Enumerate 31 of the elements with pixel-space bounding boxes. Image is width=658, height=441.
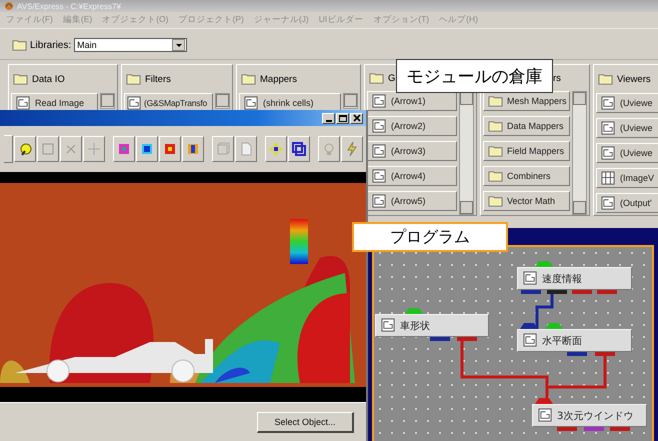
callout-label: モジュールの倉庫 <box>396 59 553 93</box>
module-item[interactable]: (Arrow2) <box>367 116 457 136</box>
module-item[interactable]: (Arrow3) <box>367 141 457 161</box>
module-item[interactable]: Field Mappers <box>483 141 570 161</box>
panel-title: rs <box>553 72 561 84</box>
panel-title: Viewers <box>617 74 651 84</box>
module-node[interactable]: 車形状 <box>375 314 489 337</box>
callout-label: プログラム <box>352 222 508 252</box>
window-title: AVS/Express - C:¥Express7¥ <box>17 2 121 10</box>
module-item[interactable]: Data Mappers <box>483 116 570 136</box>
panel-title: Filters <box>145 74 171 84</box>
libraries-label: Libraries: <box>30 40 72 50</box>
module-item[interactable]: Combiners <box>483 166 570 186</box>
module-item[interactable]: (Uviewe <box>596 143 658 163</box>
panel-title: G <box>388 72 396 84</box>
module-item[interactable]: Vector Math <box>483 191 570 211</box>
module-item[interactable]: (Uviewe <box>596 93 658 113</box>
module-node[interactable]: 水平断面 <box>517 329 632 352</box>
libraries-dropdown[interactable]: Main <box>74 38 188 52</box>
select-object-button[interactable]: Select Object... <box>257 412 354 433</box>
module-item[interactable]: Mesh Mappers <box>483 91 570 111</box>
module-node[interactable]: 3次元ウインドウ <box>532 404 647 427</box>
module-item[interactable]: (Arrow5) <box>367 191 457 211</box>
module-node[interactable]: 速度情報 <box>517 267 632 290</box>
module-item[interactable]: (Uviewe <box>596 118 658 138</box>
module-item[interactable]: (Arrow4) <box>367 166 457 186</box>
panel-title: Data IO <box>32 74 65 84</box>
module-item[interactable]: (Output' <box>596 193 658 213</box>
panel-title: Mappers <box>260 74 297 84</box>
module-item[interactable]: (ImageV <box>596 168 658 188</box>
module-item[interactable]: (Arrow1) <box>367 91 457 111</box>
